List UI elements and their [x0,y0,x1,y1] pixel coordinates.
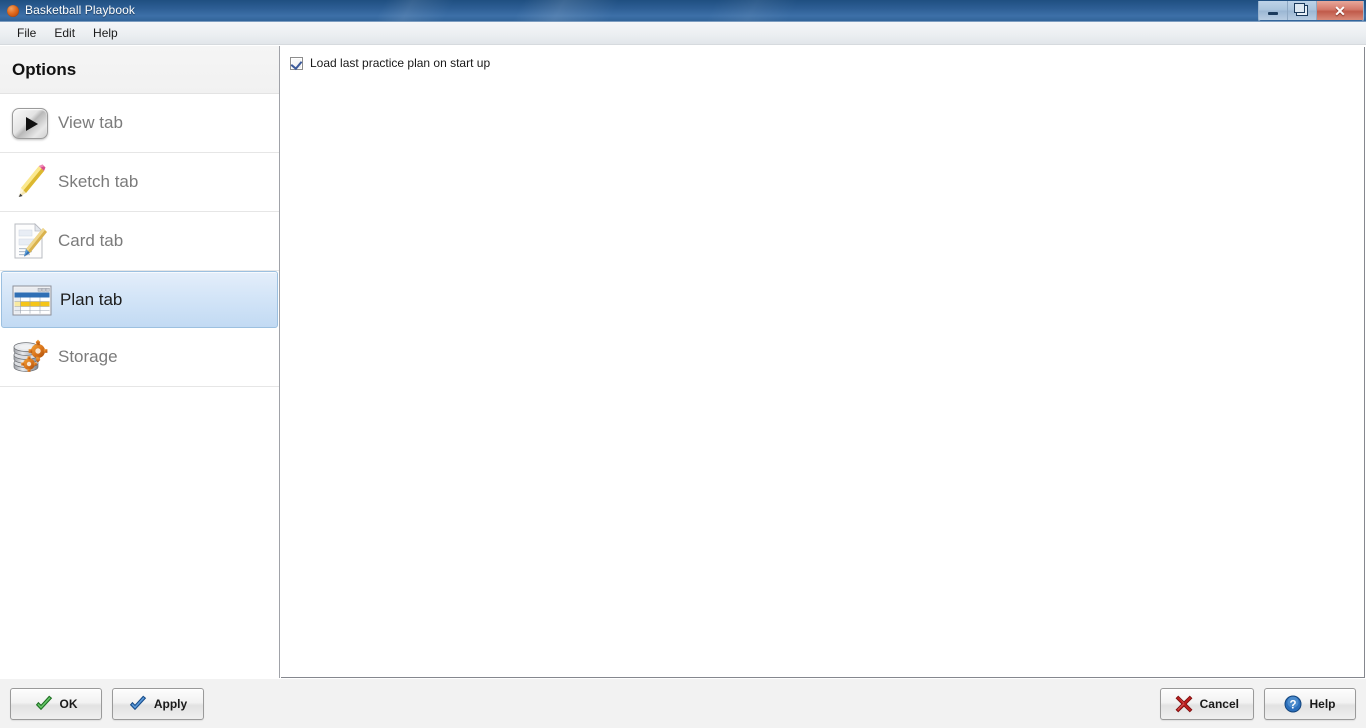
window-controls: ✕ [1258,1,1364,22]
cancel-button-label: Cancel [1199,697,1239,711]
footer-left-buttons: OK Apply [10,688,204,720]
close-button[interactable]: ✕ [1317,1,1363,20]
sidebar-item-label: Storage [58,347,118,366]
pencil-icon [8,161,50,203]
close-icon: ✕ [1334,2,1346,19]
database-gear-icon [8,336,50,378]
cancel-button[interactable]: Cancel [1159,688,1254,720]
sidebar-header: Options [0,46,279,94]
basketball-icon [7,5,19,17]
minimize-icon [1268,11,1278,15]
footer-right-buttons: Cancel ? Help [1159,688,1356,720]
sidebar-item-label: Sketch tab [58,172,139,191]
sidebar-item-label: Card tab [58,231,124,250]
options-sidebar: Options View tab Sketch tab Card tab Pla… [0,46,280,678]
svg-text:?: ? [1290,699,1297,711]
help-button[interactable]: ? Help [1264,688,1356,720]
option-row-load-last-plan: Load last practice plan on start up [290,56,1364,70]
load-last-plan-checkbox[interactable] [290,56,303,70]
options-content-pane: Load last practice plan on start up [281,47,1365,678]
help-button-label: Help [1309,697,1336,711]
sidebar-item-view-tab[interactable]: View tab [0,94,279,153]
maximize-button[interactable] [1288,1,1317,20]
blue-question-icon: ? [1284,695,1302,713]
options-dialog-window: Basketball Playbook ✕ File Edit Help Opt… [0,0,1366,728]
sidebar-item-card-tab[interactable]: Card tab [0,212,279,271]
maximize-icon [1294,3,1308,16]
sidebar-nav-list: View tab Sketch tab Card tab Plan tab St… [0,94,279,387]
apply-button-label: Apply [153,697,188,711]
document-pen-icon [8,220,50,262]
title-bar-gloss [0,0,1366,22]
title-bar: Basketball Playbook ✕ [0,0,1366,22]
sidebar-item-plan-tab[interactable]: Plan tab [1,271,278,328]
sidebar-item-storage[interactable]: Storage [0,328,279,387]
blue-check-icon [129,695,147,713]
menu-bar: File Edit Help [0,22,1366,45]
ok-button-label: OK [59,697,78,711]
sidebar-item-label: View tab [58,113,123,132]
apply-button[interactable]: Apply [112,688,204,720]
table-window-icon [10,279,52,321]
minimize-button[interactable] [1259,1,1288,20]
dialog-footer: OK Apply Cancel ? Help [0,679,1366,728]
menu-item-edit[interactable]: Edit [45,23,84,44]
red-x-icon [1175,695,1193,713]
window-title: Basketball Playbook [25,3,135,17]
sidebar-item-sketch-tab[interactable]: Sketch tab [0,153,279,212]
menu-item-help[interactable]: Help [84,23,127,44]
load-last-plan-label[interactable]: Load last practice plan on start up [310,56,490,70]
green-check-icon [35,695,53,713]
menu-item-file[interactable]: File [8,23,45,44]
sidebar-item-label: Plan tab [60,289,123,309]
play-button-icon [8,102,50,144]
page-title: Options [12,59,77,79]
ok-button[interactable]: OK [10,688,102,720]
